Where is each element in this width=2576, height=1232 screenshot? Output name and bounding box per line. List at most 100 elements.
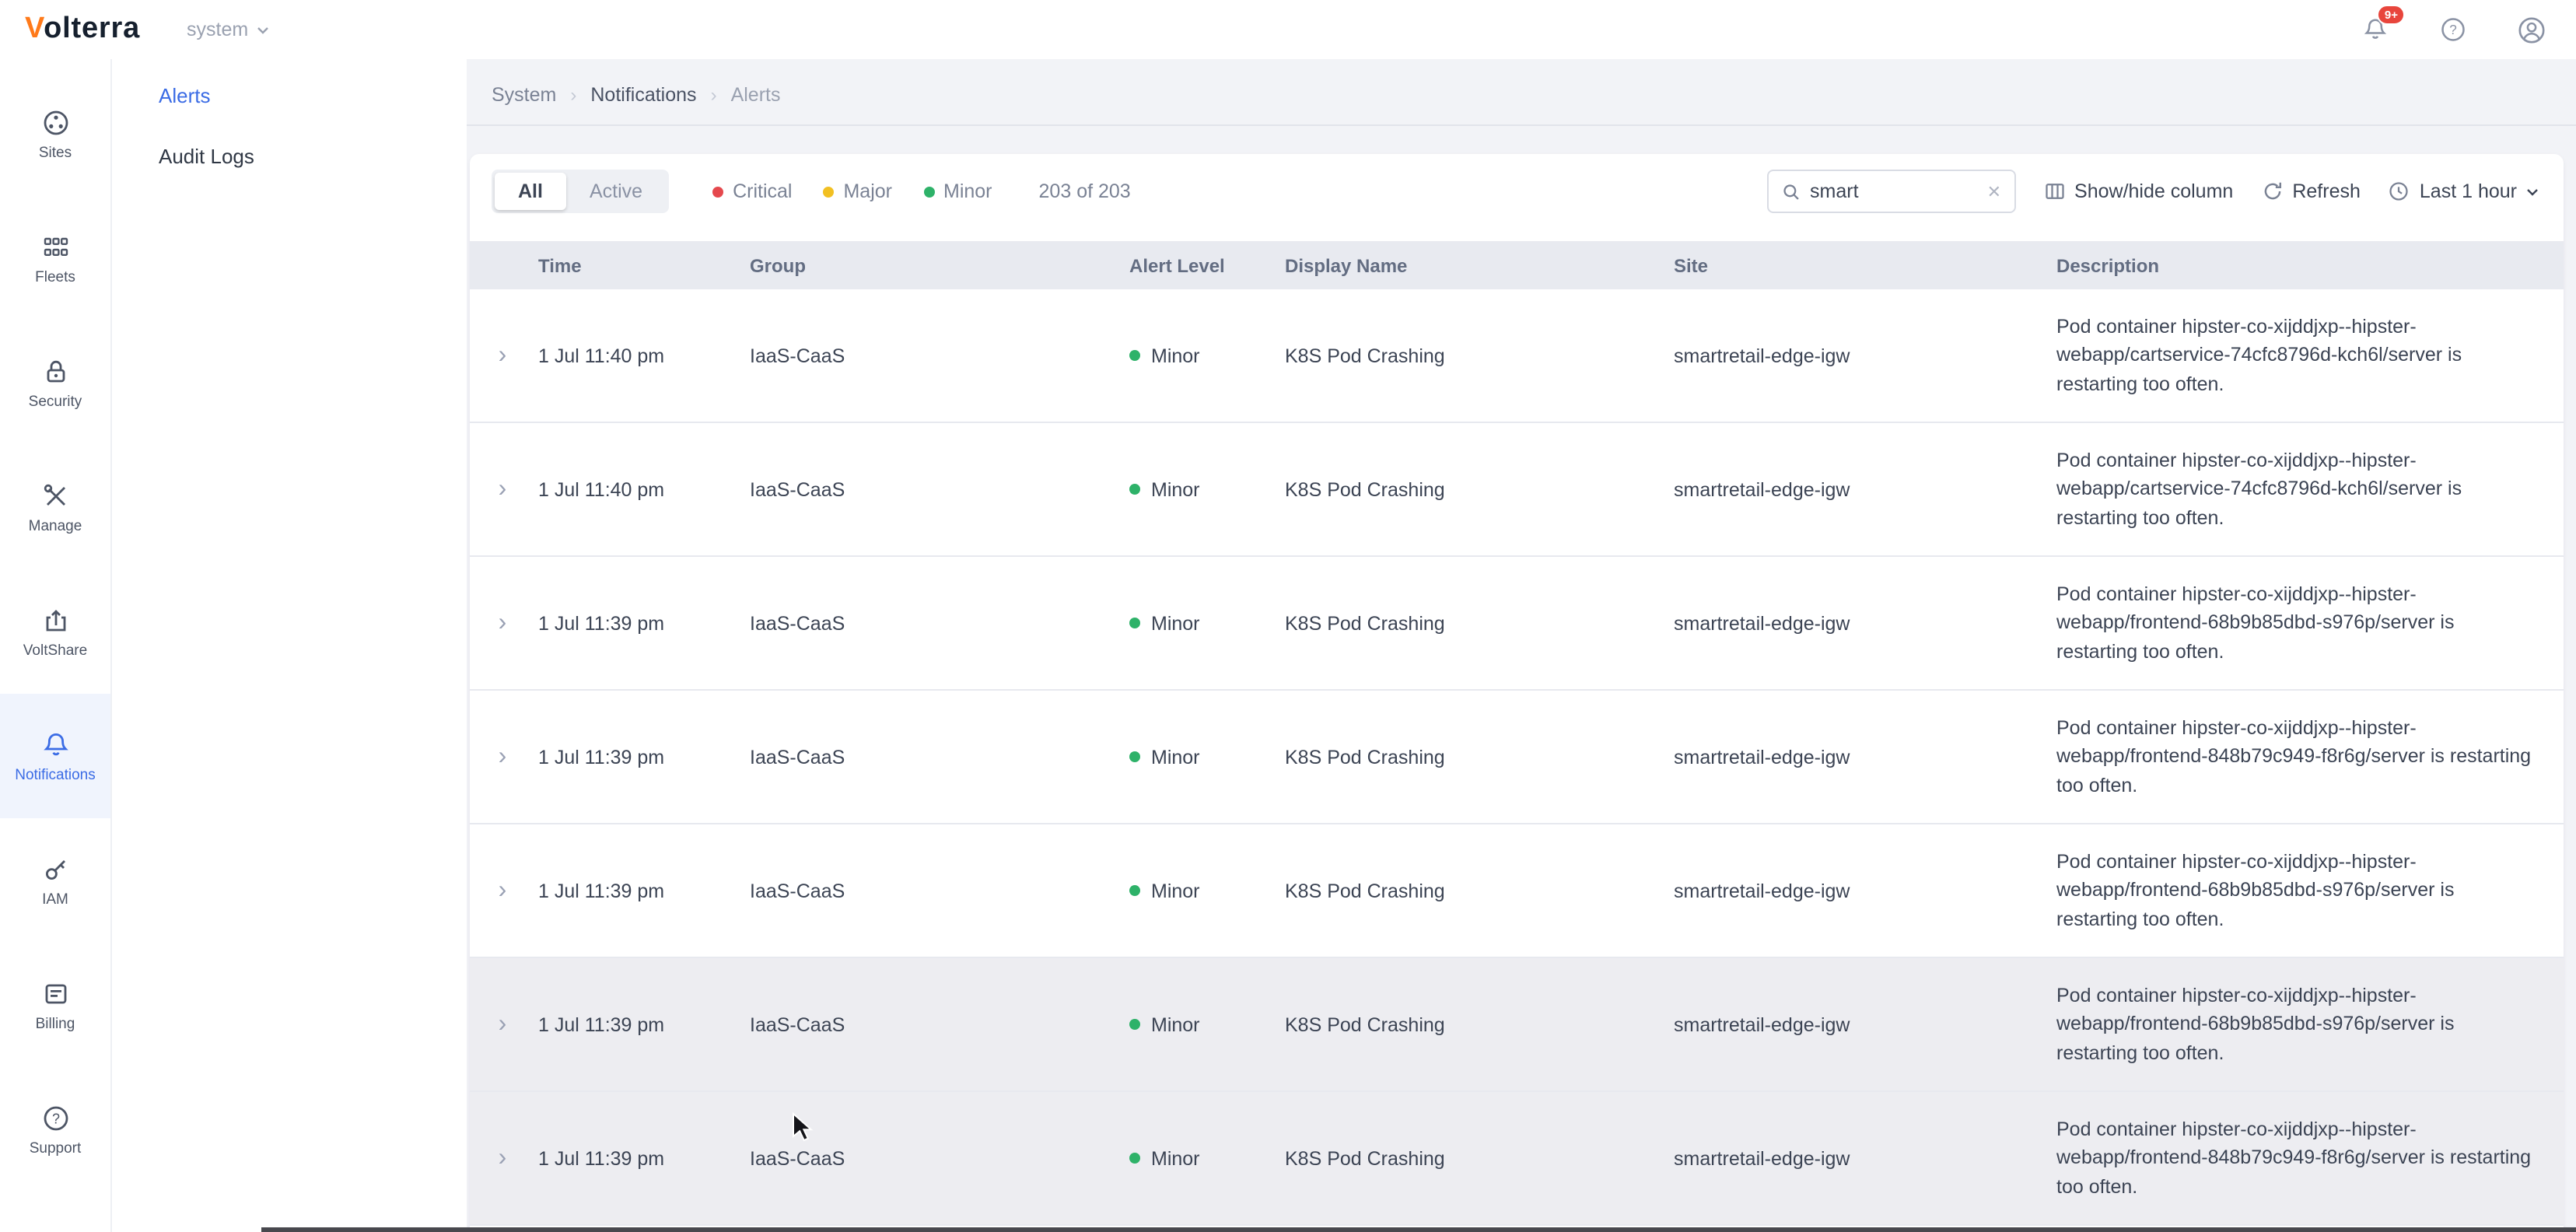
search-icon: [1780, 181, 1801, 201]
table-row[interactable]: › 1 Jul 11:39 pm IaaS-CaaS Minor K8S Pod…: [470, 824, 2564, 958]
sidebar-item-fleets[interactable]: Fleets: [0, 196, 110, 320]
cell-group: IaaS-CaaS: [750, 478, 1129, 500]
clear-search-icon[interactable]: ✕: [1987, 181, 2001, 201]
col-site[interactable]: Site: [1674, 254, 2056, 276]
cell-display-name: K8S Pod Crashing: [1285, 1147, 1674, 1169]
key-icon: [40, 853, 71, 884]
cell-time: 1 Jul 11:39 pm: [538, 746, 750, 768]
sidebar-item-iam[interactable]: IAM: [0, 818, 110, 943]
help-icon: ?: [2439, 16, 2467, 44]
table-row[interactable]: › 1 Jul 11:39 pm IaaS-CaaS Minor K8S Pod…: [470, 691, 2564, 824]
legend-major: Major: [823, 180, 892, 202]
lock-icon: [40, 355, 71, 387]
toolbar-right: ✕ Show/hide column Refresh Last 1 h: [1766, 170, 2539, 213]
table-row[interactable]: › 1 Jul 11:39 pm IaaS-CaaS Minor K8S Pod…: [470, 1092, 2564, 1226]
cell-display-name: K8S Pod Crashing: [1285, 478, 1674, 500]
time-range-label: Last 1 hour: [2420, 180, 2517, 202]
breadcrumb-alerts: Alerts: [731, 84, 781, 106]
alert-level-dot-icon: [1129, 885, 1140, 896]
bell-icon: [40, 729, 71, 760]
row-expand-chevron[interactable]: ›: [482, 611, 538, 635]
cell-description: Pod container hipster-co-xijddjxp--hipst…: [2056, 964, 2539, 1086]
cell-time: 1 Jul 11:40 pm: [538, 478, 750, 500]
col-display-name[interactable]: Display Name: [1285, 254, 1674, 276]
tenant-selector[interactable]: system: [187, 19, 268, 40]
cell-time: 1 Jul 11:39 pm: [538, 612, 750, 634]
divider: [467, 124, 2576, 126]
svg-text:?: ?: [51, 1110, 59, 1125]
show-hide-column-label: Show/hide column: [2074, 180, 2233, 202]
sidebar-item-support[interactable]: ? Support: [0, 1067, 110, 1192]
sidebar-item-billing[interactable]: Billing: [0, 943, 110, 1067]
breadcrumb-system[interactable]: System: [492, 84, 556, 106]
cell-group: IaaS-CaaS: [750, 1013, 1129, 1035]
row-expand-chevron[interactable]: ›: [482, 744, 538, 769]
cell-display-name: K8S Pod Crashing: [1285, 345, 1674, 366]
row-expand-chevron[interactable]: ›: [482, 343, 538, 368]
legend-label: Major: [843, 180, 892, 202]
refresh-label: Refresh: [2292, 180, 2361, 202]
table-row[interactable]: › 1 Jul 11:39 pm IaaS-CaaS Minor K8S Pod…: [470, 958, 2564, 1092]
cell-description: Pod container hipster-co-xijddjxp--hipst…: [2056, 429, 2539, 551]
breadcrumb-separator: ›: [711, 84, 717, 106]
cell-site: smartretail-edge-igw: [1674, 478, 2056, 500]
alert-level-dot-icon: [1129, 1019, 1140, 1030]
row-expand-chevron[interactable]: ›: [482, 1012, 538, 1037]
sidebar-item-notifications[interactable]: Notifications: [0, 694, 110, 818]
cell-time: 1 Jul 11:39 pm: [538, 1147, 750, 1169]
breadcrumb-notifications[interactable]: Notifications: [590, 84, 696, 106]
filter-all-button[interactable]: All: [495, 173, 566, 210]
cell-display-name: K8S Pod Crashing: [1285, 880, 1674, 901]
cell-description: Pod container hipster-co-xijddjxp--hipst…: [2056, 1097, 2539, 1220]
alerts-toolbar: All Active Critical Major: [470, 154, 2564, 226]
refresh-icon: [2261, 180, 2283, 202]
row-expand-chevron[interactable]: ›: [482, 1146, 538, 1171]
sidebar-item-voltshare[interactable]: VoltShare: [0, 569, 110, 694]
cell-description: Pod container hipster-co-xijddjxp--hipst…: [2056, 696, 2539, 818]
col-time[interactable]: Time: [538, 254, 750, 276]
sidebar-item-manage[interactable]: Manage: [0, 445, 110, 569]
chevron-down-icon: [2526, 187, 2539, 195]
cell-site: smartretail-edge-igw: [1674, 612, 2056, 634]
user-menu-button[interactable]: [2514, 12, 2548, 47]
table-row[interactable]: › 1 Jul 11:40 pm IaaS-CaaS Minor K8S Pod…: [470, 423, 2564, 557]
cell-display-name: K8S Pod Crashing: [1285, 1013, 1674, 1035]
cell-time: 1 Jul 11:39 pm: [538, 880, 750, 901]
avatar-icon: [2516, 15, 2546, 44]
col-group[interactable]: Group: [750, 254, 1129, 276]
alert-level-text: Minor: [1151, 612, 1200, 634]
sidebar-item-label: VoltShare: [23, 642, 87, 659]
subnav-item-alerts[interactable]: Alerts: [159, 84, 467, 107]
col-description[interactable]: Description: [2056, 254, 2539, 276]
search-box[interactable]: ✕: [1766, 170, 2015, 213]
row-expand-chevron[interactable]: ›: [482, 878, 538, 903]
search-input[interactable]: [1810, 180, 1978, 202]
filter-active-button[interactable]: Active: [566, 173, 666, 210]
show-hide-column-button[interactable]: Show/hide column: [2043, 180, 2233, 202]
refresh-button[interactable]: Refresh: [2261, 180, 2361, 202]
col-alert-level[interactable]: Alert Level: [1129, 254, 1285, 276]
cell-alert-level: Minor: [1129, 1013, 1285, 1035]
alert-level-text: Minor: [1151, 880, 1200, 901]
table-row[interactable]: › 1 Jul 11:40 pm IaaS-CaaS Minor K8S Pod…: [470, 289, 2564, 423]
alert-level-dot-icon: [1129, 350, 1140, 361]
critical-dot-icon: [712, 186, 723, 197]
cell-alert-level: Minor: [1129, 1147, 1285, 1169]
sidebar-item-sites[interactable]: Sites: [0, 72, 110, 196]
top-actions: 9+ ?: [2358, 12, 2548, 47]
volterra-logo[interactable]: Volterra: [25, 12, 140, 47]
horizontal-scrollbar[interactable]: [261, 1227, 2576, 1232]
alert-level-text: Minor: [1151, 478, 1200, 500]
cell-description: Pod container hipster-co-xijddjxp--hipst…: [2056, 562, 2539, 684]
sidebar-item-security[interactable]: Security: [0, 320, 110, 445]
row-expand-chevron[interactable]: ›: [482, 477, 538, 502]
notifications-bell-button[interactable]: 9+: [2358, 12, 2392, 47]
cell-site: smartretail-edge-igw: [1674, 880, 2056, 901]
time-range-selector[interactable]: Last 1 hour: [2389, 180, 2539, 202]
sidebar-item-label: Sites: [39, 144, 72, 161]
help-button[interactable]: ?: [2436, 12, 2470, 47]
alerts-card: All Active Critical Major: [470, 154, 2564, 1232]
icon-rail: Sites Fleets Security Manage VoltShare N…: [0, 59, 112, 1232]
subnav-item-audit-logs[interactable]: Audit Logs: [159, 145, 467, 168]
table-row[interactable]: › 1 Jul 11:39 pm IaaS-CaaS Minor K8S Pod…: [470, 557, 2564, 691]
